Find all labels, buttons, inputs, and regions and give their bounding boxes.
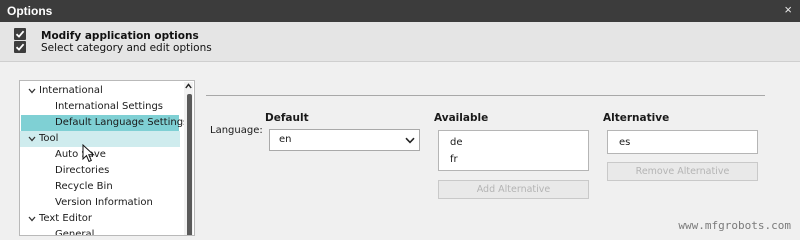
- chevron-down-icon[interactable]: [28, 216, 36, 222]
- tree-category-international[interactable]: International: [20, 83, 180, 99]
- available-languages-list[interactable]: de fr: [438, 130, 589, 171]
- header-subtitle: Select category and edit options: [41, 42, 212, 54]
- category-tree[interactable]: International International Settings Def…: [19, 80, 195, 236]
- remove-alternative-button[interactable]: Remove Alternative: [607, 162, 758, 181]
- checkbox-icon: [14, 28, 26, 40]
- tree-item-directories[interactable]: Directories: [21, 163, 179, 179]
- default-language-select[interactable]: en: [269, 129, 420, 151]
- tree-category-label: Tool: [39, 133, 59, 144]
- available-language-item[interactable]: fr: [450, 154, 458, 165]
- add-alternative-button[interactable]: Add Alternative: [438, 180, 589, 199]
- available-language-item[interactable]: de: [450, 137, 463, 148]
- tree-item-general[interactable]: General: [21, 227, 179, 235]
- chevron-down-icon[interactable]: [405, 137, 415, 144]
- chevron-down-icon[interactable]: [28, 136, 36, 142]
- alternative-header: Alternative: [603, 112, 670, 124]
- tree-category-label: International: [39, 85, 103, 96]
- tree-item-recycle-bin[interactable]: Recycle Bin: [21, 179, 179, 195]
- tree-item-version-information[interactable]: Version Information: [21, 195, 179, 211]
- header-title: Modify application options: [41, 30, 199, 42]
- scroll-up-icon[interactable]: [185, 83, 192, 89]
- default-language-value: en: [279, 134, 292, 145]
- section-divider: [206, 95, 765, 96]
- language-label: Language:: [210, 125, 263, 136]
- options-header: Modify application options Select catego…: [0, 22, 800, 62]
- tree-item-default-language-settings[interactable]: Default Language Settings: [21, 115, 188, 131]
- tree-scrollbar[interactable]: [184, 82, 193, 235]
- checkbox-icon: [14, 41, 26, 53]
- scrollbar-thumb[interactable]: [187, 94, 192, 235]
- available-header: Available: [434, 112, 489, 124]
- alternative-languages-list[interactable]: es: [607, 130, 758, 154]
- window-title: Options: [7, 4, 53, 18]
- title-bar: Options ×: [0, 0, 800, 22]
- tree-category-text-editor[interactable]: Text Editor: [20, 211, 180, 227]
- default-header: Default: [265, 112, 309, 124]
- tree-category-tool[interactable]: Tool: [20, 131, 180, 147]
- watermark: www.mfgrobots.com: [678, 219, 791, 232]
- tree-item-auto-save[interactable]: Auto Save: [21, 147, 179, 163]
- mouse-cursor-icon: [82, 144, 95, 163]
- alternative-language-item[interactable]: es: [619, 137, 630, 148]
- chevron-down-icon[interactable]: [28, 88, 36, 94]
- tree-item-international-settings[interactable]: International Settings: [21, 99, 179, 115]
- tree-category-label: Text Editor: [39, 213, 92, 224]
- close-icon[interactable]: ×: [784, 3, 792, 17]
